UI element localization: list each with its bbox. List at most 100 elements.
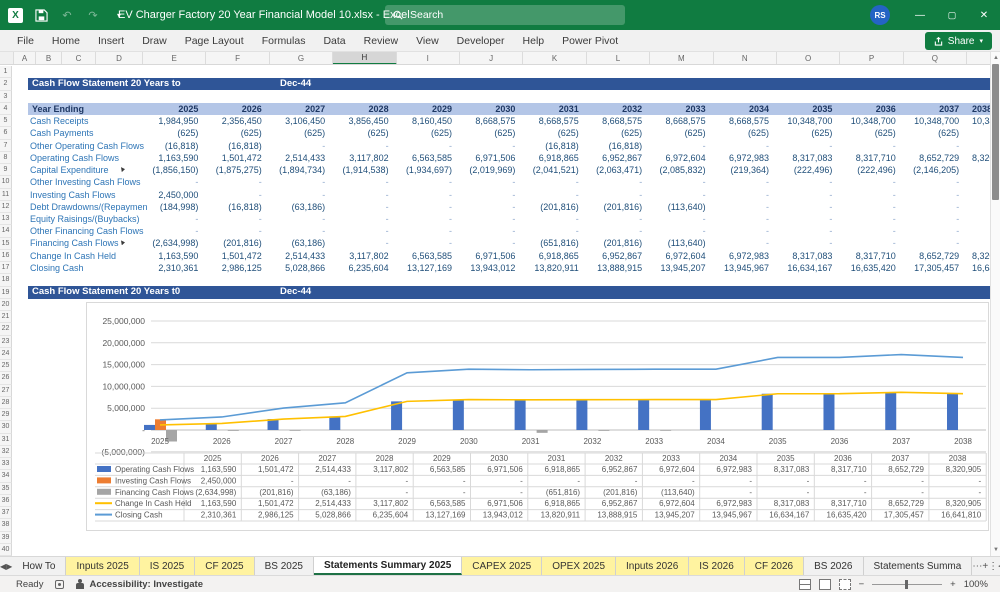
table-cell[interactable]: 13,945,207 bbox=[650, 262, 705, 274]
row-number-15[interactable]: 15 bbox=[0, 238, 12, 250]
table-cell[interactable]: (625) bbox=[397, 127, 452, 139]
table-cell[interactable]: - bbox=[714, 225, 769, 237]
table-cell[interactable]: 6,952,867 bbox=[587, 250, 642, 262]
table-cell[interactable]: - bbox=[460, 225, 515, 237]
table-cell[interactable]: (1,894,734) bbox=[270, 164, 325, 176]
table-cell[interactable]: 10,348,700 bbox=[777, 115, 832, 127]
row-number-39[interactable]: 39 bbox=[0, 532, 12, 544]
row-label[interactable]: Financing Cash Flows bbox=[30, 237, 119, 249]
row-number-26[interactable]: 26 bbox=[0, 372, 12, 384]
row-number-14[interactable]: 14 bbox=[0, 225, 12, 237]
table-cell[interactable]: 2,514,433 bbox=[270, 152, 325, 164]
table-cell[interactable]: - bbox=[206, 189, 261, 201]
sheet-tab-is-2026[interactable]: IS 2026 bbox=[689, 557, 744, 575]
save-icon[interactable] bbox=[33, 7, 49, 23]
table-cell[interactable]: - bbox=[777, 201, 832, 213]
table-cell[interactable]: - bbox=[904, 201, 959, 213]
table-cell[interactable]: (1,934,697) bbox=[397, 164, 452, 176]
table-cell[interactable]: (16,818) bbox=[143, 140, 198, 152]
table-cell[interactable]: 8,668,575 bbox=[460, 115, 515, 127]
table-cell[interactable]: - bbox=[777, 176, 832, 188]
table-cell[interactable]: - bbox=[460, 237, 515, 249]
row-number-29[interactable]: 29 bbox=[0, 409, 12, 421]
scroll-up-icon[interactable]: ▲ bbox=[991, 52, 1000, 64]
table-cell[interactable]: 3,117,802 bbox=[333, 152, 388, 164]
table-cell[interactable]: (63,186) bbox=[270, 201, 325, 213]
table-cell[interactable]: 2,986,125 bbox=[206, 262, 261, 274]
table-cell[interactable]: (625) bbox=[587, 127, 642, 139]
page-layout-view-icon[interactable] bbox=[819, 579, 831, 590]
row-number-36[interactable]: 36 bbox=[0, 495, 12, 507]
table-cell[interactable]: - bbox=[904, 213, 959, 225]
table-cell[interactable]: 6,972,604 bbox=[650, 250, 705, 262]
row-number-5[interactable]: 5 bbox=[0, 115, 12, 127]
column-header-H[interactable]: H bbox=[333, 52, 396, 65]
sheet-tab-is-2025[interactable]: IS 2025 bbox=[140, 557, 195, 575]
column-header-G[interactable]: G bbox=[270, 52, 333, 65]
row-number-17[interactable]: 17 bbox=[0, 262, 12, 274]
table-cell[interactable]: - bbox=[143, 225, 198, 237]
row-label[interactable]: Cash Payments bbox=[30, 127, 94, 139]
statement-header-band[interactable]: Cash Flow Statement 20 Years to Dec-44 bbox=[28, 78, 990, 91]
minimize-button[interactable]: — bbox=[904, 0, 936, 30]
table-cell[interactable]: (625) bbox=[460, 127, 515, 139]
table-cell[interactable]: 6,563,585 bbox=[397, 250, 452, 262]
column-header-L[interactable]: L bbox=[587, 52, 650, 65]
table-cell[interactable]: (201,816) bbox=[206, 237, 261, 249]
row-number-35[interactable]: 35 bbox=[0, 483, 12, 495]
row-number-2[interactable]: 2 bbox=[0, 78, 12, 90]
table-cell[interactable]: - bbox=[714, 201, 769, 213]
table-cell[interactable]: - bbox=[840, 140, 895, 152]
table-cell[interactable]: - bbox=[777, 189, 832, 201]
table-cell[interactable]: - bbox=[777, 237, 832, 249]
row-label[interactable]: Other Operating Cash Flows bbox=[30, 140, 144, 152]
table-cell[interactable]: - bbox=[904, 237, 959, 249]
table-cell[interactable]: (651,816) bbox=[523, 237, 578, 249]
table-cell[interactable]: - bbox=[460, 213, 515, 225]
column-header-E[interactable]: E bbox=[143, 52, 206, 65]
table-cell[interactable]: - bbox=[587, 176, 642, 188]
table-cell[interactable]: (625) bbox=[143, 127, 198, 139]
row-number-34[interactable]: 34 bbox=[0, 470, 12, 482]
table-cell[interactable]: (1,856,150) bbox=[143, 164, 198, 176]
table-cell[interactable]: - bbox=[397, 189, 452, 201]
table-cell[interactable]: - bbox=[206, 213, 261, 225]
table-cell[interactable]: (63,186) bbox=[270, 237, 325, 249]
table-cell[interactable]: - bbox=[840, 201, 895, 213]
table-cell[interactable]: - bbox=[397, 140, 452, 152]
table-cell[interactable]: 2,514,433 bbox=[270, 250, 325, 262]
zoom-out-icon[interactable]: − bbox=[859, 579, 865, 590]
row-label[interactable]: Operating Cash Flows bbox=[30, 152, 119, 164]
table-cell[interactable]: - bbox=[270, 176, 325, 188]
undo-icon[interactable]: ↶ bbox=[59, 7, 75, 23]
select-all-corner[interactable] bbox=[0, 52, 14, 65]
row-number-9[interactable]: 9 bbox=[0, 164, 12, 176]
table-cell[interactable]: (625) bbox=[840, 127, 895, 139]
row-number-10[interactable]: 10 bbox=[0, 176, 12, 188]
table-cell[interactable]: (625) bbox=[650, 127, 705, 139]
table-cell[interactable]: 1,163,590 bbox=[143, 152, 198, 164]
column-header-D[interactable]: D bbox=[96, 52, 143, 65]
row-number-3[interactable]: 3 bbox=[0, 91, 12, 103]
vertical-scrollbar[interactable]: ▲ ▼ bbox=[990, 52, 1000, 556]
table-cell[interactable]: 3,856,450 bbox=[333, 115, 388, 127]
row-number-22[interactable]: 22 bbox=[0, 323, 12, 335]
table-cell[interactable]: 6,971,506 bbox=[460, 152, 515, 164]
table-cell[interactable]: 13,127,169 bbox=[397, 262, 452, 274]
table-cell[interactable]: (113,640) bbox=[650, 237, 705, 249]
table-cell[interactable]: 8,317,710 bbox=[840, 152, 895, 164]
table-cell[interactable]: (2,634,998) bbox=[143, 237, 198, 249]
table-cell[interactable]: 8,320,905 bbox=[972, 152, 990, 164]
share-button[interactable]: Share ▾ bbox=[925, 32, 992, 50]
table-cell[interactable]: - bbox=[460, 176, 515, 188]
table-cell[interactable]: - bbox=[840, 176, 895, 188]
table-cell[interactable]: - bbox=[333, 201, 388, 213]
table-cell[interactable]: - bbox=[587, 225, 642, 237]
table-cell[interactable]: - bbox=[904, 225, 959, 237]
table-cell[interactable]: 13,943,012 bbox=[460, 262, 515, 274]
row-number-32[interactable]: 32 bbox=[0, 446, 12, 458]
table-cell[interactable]: - bbox=[650, 213, 705, 225]
table-cell[interactable]: - bbox=[650, 189, 705, 201]
table-cell[interactable]: - bbox=[397, 201, 452, 213]
table-cell[interactable]: 5,028,866 bbox=[270, 262, 325, 274]
